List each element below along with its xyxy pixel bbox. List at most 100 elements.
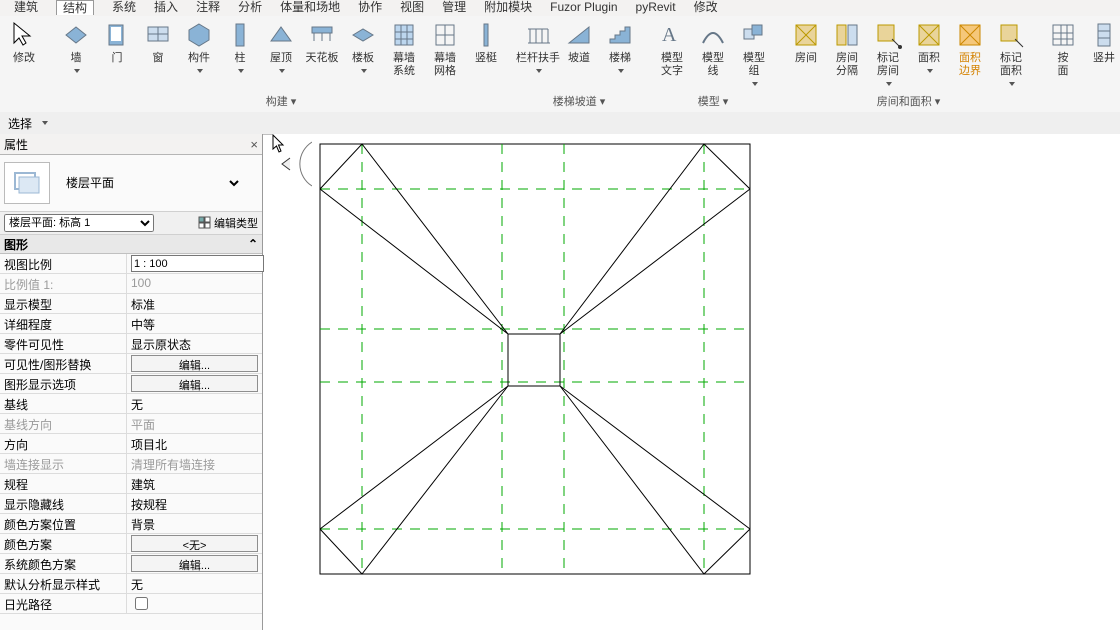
tab-建筑[interactable]: 建筑	[14, 0, 38, 14]
curtain-wall-button[interactable]: 幕墙系统	[384, 18, 424, 92]
by-face-button[interactable]: 按面	[1043, 18, 1083, 92]
property-row: 比例值 1:100	[0, 274, 262, 294]
ribbon: 修改墙门窗构件柱屋顶天花板楼板幕墙系统幕墙网格竖梃构建 ▾栏杆扶手坡道楼梯楼梯坡…	[0, 16, 1120, 113]
modify-button[interactable]: 修改	[4, 18, 44, 92]
model-line-button[interactable]: 模型线	[693, 18, 733, 92]
model-group-button[interactable]: 模型组	[734, 18, 774, 92]
railing-button[interactable]: 栏杆扶手	[518, 18, 558, 92]
shaft-button[interactable]: 竖井	[1084, 18, 1120, 92]
property-value[interactable]: 中等	[127, 314, 262, 333]
property-button[interactable]: 编辑...	[131, 555, 258, 572]
column-button[interactable]: 柱	[220, 18, 260, 92]
property-value[interactable]: 编辑...	[127, 554, 262, 573]
tab-pyRevit[interactable]: pyRevit	[636, 0, 676, 14]
tab-注释[interactable]: 注释	[196, 0, 220, 14]
tab-strip[interactable]: 建筑 结构 系统 插入 注释 分析 体量和场地 协作 视图 管理 附加模块 Fuzor Plugin p…	[0, 0, 1120, 17]
door-icon	[102, 20, 132, 50]
property-value[interactable]: 建筑	[127, 474, 262, 493]
tag-area-button[interactable]: 标记面积	[991, 18, 1031, 92]
svg-text:A: A	[662, 24, 677, 46]
wall-button[interactable]: 墙	[56, 18, 96, 92]
property-checkbox[interactable]	[135, 597, 148, 610]
property-value[interactable]: 显示原状态	[127, 334, 262, 353]
view-cube[interactable]	[272, 134, 312, 194]
tag-room-button[interactable]: 标记房间	[868, 18, 908, 92]
model-group-label: 模型组	[743, 52, 765, 91]
roof-icon	[266, 20, 296, 50]
modify-label: 修改	[13, 52, 35, 65]
window-icon	[143, 20, 173, 50]
instance-dropdown[interactable]: 楼层平面: 标高 1	[4, 214, 154, 232]
property-value[interactable]: 清理所有墙连接	[127, 454, 262, 473]
mullion-button[interactable]: 竖梃	[466, 18, 506, 92]
cwall-icon	[389, 20, 419, 50]
tab-结构[interactable]: 结构	[56, 0, 94, 15]
property-button[interactable]: <无>	[131, 535, 258, 552]
wall-icon	[61, 20, 91, 50]
ceiling-label: 天花板	[306, 52, 339, 65]
property-value[interactable]: 100	[127, 274, 262, 293]
shaft-icon	[1089, 20, 1119, 50]
component-button[interactable]: 构件	[179, 18, 219, 92]
close-icon[interactable]: ×	[250, 137, 258, 152]
selection-label[interactable]: 选择	[0, 115, 40, 132]
property-name: 比例值 1:	[0, 274, 127, 293]
property-name: 显示隐藏线	[0, 494, 127, 513]
chevron-down-icon[interactable]	[42, 121, 48, 125]
drawing-canvas[interactable]	[272, 134, 1120, 630]
room-button[interactable]: 房间	[786, 18, 826, 92]
property-value[interactable]: 编辑...	[127, 374, 262, 393]
type-selector[interactable]: 楼层平面	[0, 155, 262, 212]
curtain-wall-label: 幕墙系统	[393, 52, 415, 78]
cursor-icon	[9, 20, 39, 50]
curtain-grid-button[interactable]: 幕墙网格	[425, 18, 465, 92]
panel-titlebar[interactable]: 属性 ×	[0, 134, 262, 155]
group-header-graphics[interactable]: 图形⌃	[0, 235, 262, 254]
floor-button[interactable]: 楼板	[343, 18, 383, 92]
property-value[interactable]: 背景	[127, 514, 262, 533]
property-value[interactable]	[127, 254, 262, 273]
instance-row: 楼层平面: 标高 1 编辑类型	[0, 212, 262, 235]
property-button[interactable]: 编辑...	[131, 355, 258, 372]
property-value[interactable]	[127, 594, 262, 613]
ramp-label: 坡道	[568, 52, 590, 65]
tab-体量和场地[interactable]: 体量和场地	[280, 0, 340, 14]
model-text-button[interactable]: A模型文字	[652, 18, 692, 92]
stair-button[interactable]: 楼梯	[600, 18, 640, 92]
area-button[interactable]: 面积	[909, 18, 949, 92]
property-input[interactable]	[131, 255, 264, 272]
window-button[interactable]: 窗	[138, 18, 178, 92]
mline-icon	[698, 20, 728, 50]
tab-协作[interactable]: 协作	[358, 0, 382, 14]
property-value[interactable]: 项目北	[127, 434, 262, 453]
door-button[interactable]: 门	[97, 18, 137, 92]
area-bd-button[interactable]: 面积边界	[950, 18, 990, 92]
ceiling-button[interactable]: 天花板	[302, 18, 342, 92]
property-value[interactable]: 标准	[127, 294, 262, 313]
edit-type-button[interactable]: 编辑类型	[198, 215, 258, 231]
tab-视图[interactable]: 视图	[400, 0, 424, 14]
tab-附加模块[interactable]: 附加模块	[484, 0, 532, 14]
ramp-button[interactable]: 坡道	[559, 18, 599, 92]
property-value[interactable]: <无>	[127, 534, 262, 553]
component-icon	[184, 20, 214, 50]
property-name: 基线方向	[0, 414, 127, 433]
tab-管理[interactable]: 管理	[442, 0, 466, 14]
property-value[interactable]: 编辑...	[127, 354, 262, 373]
property-value[interactable]: 无	[127, 394, 262, 413]
tab-Fuzor Plugin[interactable]: Fuzor Plugin	[550, 0, 617, 14]
tarea-icon	[996, 20, 1026, 50]
ceiling-icon	[307, 20, 337, 50]
tab-分析[interactable]: 分析	[238, 0, 262, 14]
tab-系统[interactable]: 系统	[112, 0, 136, 14]
tab-修改[interactable]: 修改	[694, 0, 718, 14]
type-dropdown[interactable]: 楼层平面	[62, 175, 242, 191]
tab-插入[interactable]: 插入	[154, 0, 178, 14]
roof-button[interactable]: 屋顶	[261, 18, 301, 92]
room-sep-button[interactable]: 房间分隔	[827, 18, 867, 92]
property-value[interactable]: 按规程	[127, 494, 262, 513]
property-value[interactable]: 无	[127, 574, 262, 593]
property-value[interactable]: 平面	[127, 414, 262, 433]
property-button[interactable]: 编辑...	[131, 375, 258, 392]
properties-panel: 属性 × 楼层平面 楼层平面: 标高 1 编辑类型 图形⌃ 视图比例比例值 1:…	[0, 134, 263, 630]
